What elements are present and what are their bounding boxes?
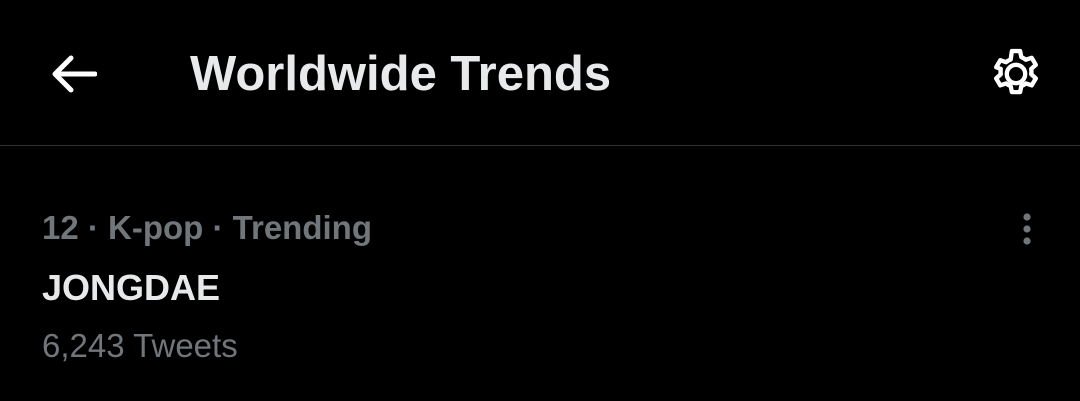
arrow-left-icon (52, 55, 97, 93)
more-options-button[interactable] (1004, 206, 1050, 252)
settings-button[interactable] (980, 38, 1052, 110)
page-title: Worldwide Trends (190, 47, 612, 101)
trend-meta: 12 · K-pop · Trending (42, 209, 372, 246)
more-vertical-icon (1023, 213, 1031, 245)
gear-icon (994, 48, 1038, 95)
trend-name[interactable]: JONGDAE (42, 266, 220, 310)
tweet-count: 6,243 Tweets (42, 327, 238, 364)
top-bar: Worldwide Trends (0, 0, 1080, 146)
back-button[interactable] (40, 40, 108, 108)
